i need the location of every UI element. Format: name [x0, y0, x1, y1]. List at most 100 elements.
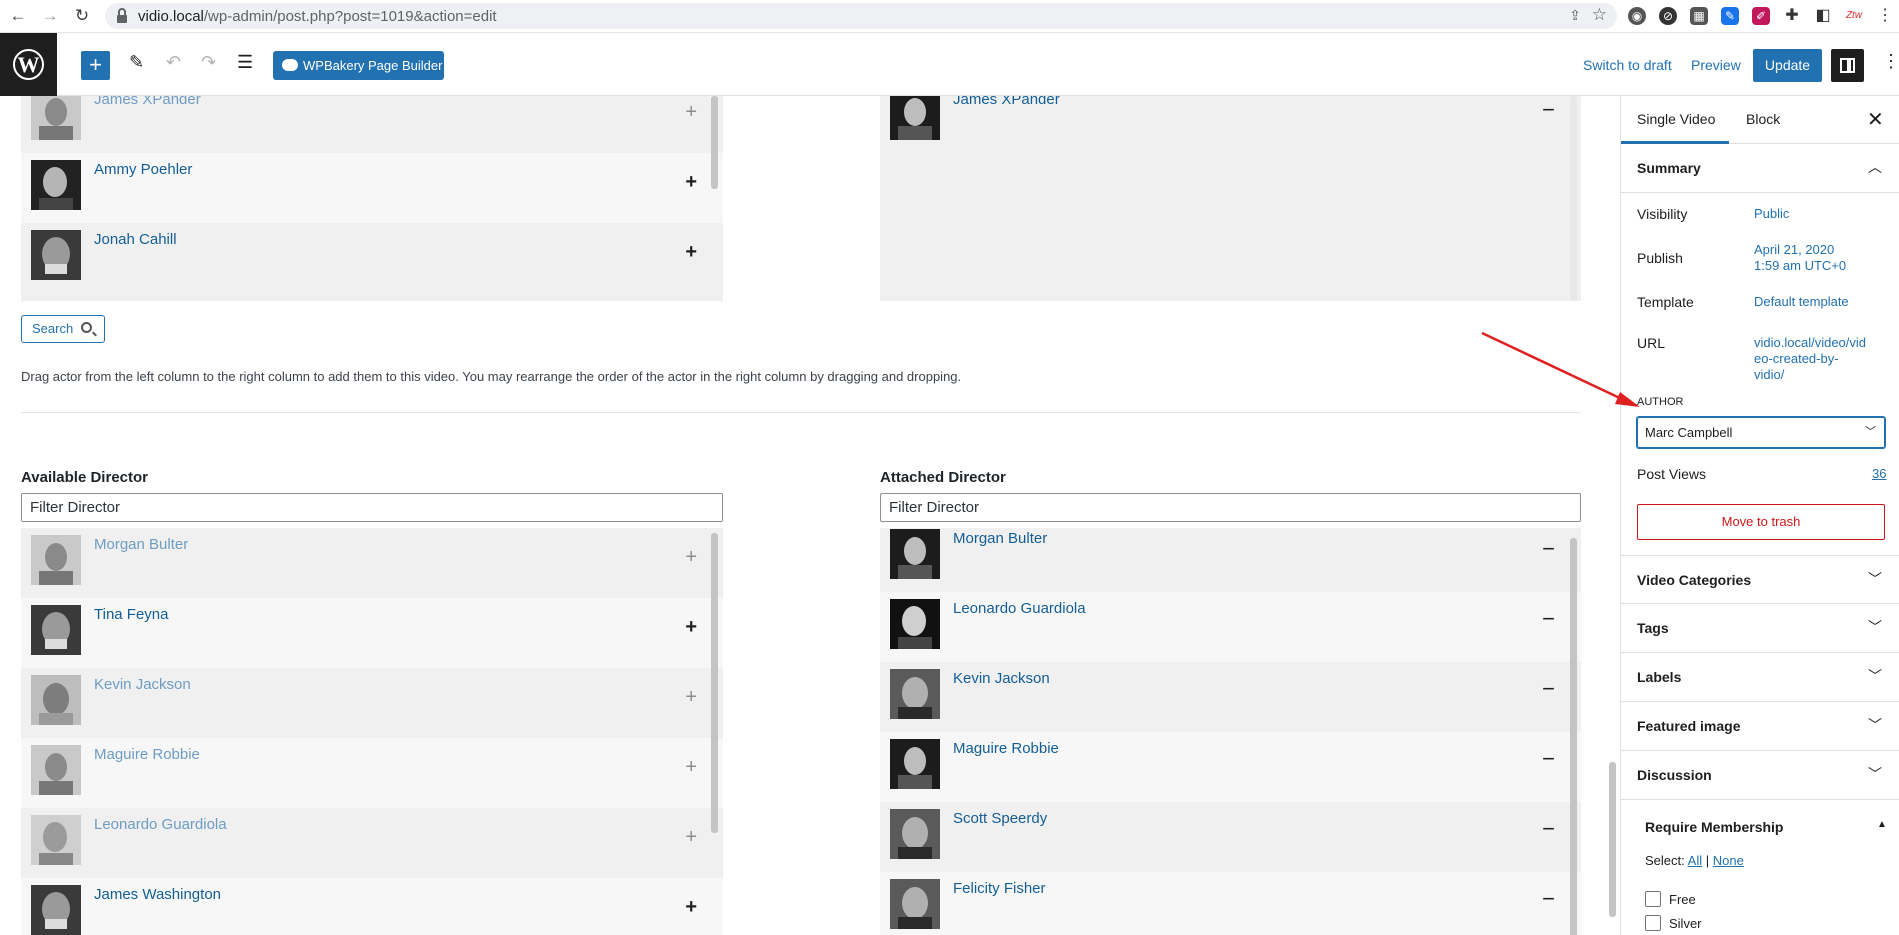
reload-icon[interactable]: ↻ [72, 6, 92, 26]
list-item[interactable]: Leonardo Guardiola + [21, 808, 723, 878]
remove-icon[interactable]: − [1542, 886, 1555, 912]
url-value[interactable]: vidio.local/video/vid eo-created-by- vid… [1754, 335, 1866, 383]
add-icon[interactable]: + [685, 546, 697, 569]
director-name: Kevin Jackson [953, 670, 1050, 687]
add-icon[interactable]: + [685, 826, 697, 849]
add-icon[interactable]: + [685, 616, 697, 639]
available-actors-list[interactable]: James XPander + Ammy Poehler + Jonah Cah… [21, 96, 723, 301]
free-checkbox[interactable] [1645, 891, 1661, 907]
available-directors-list[interactable]: Morgan Bulter + Tina Feyna + Kevin Jacks… [21, 528, 723, 935]
add-icon[interactable]: + [685, 171, 697, 194]
list-item[interactable]: Kevin Jackson + [21, 668, 723, 738]
url-path: /wp-admin/post.php?post=1019&action=edit [203, 8, 497, 25]
wordpress-logo[interactable]: W [0, 33, 57, 96]
tab-single-video[interactable]: Single Video [1637, 111, 1715, 127]
filter-available-director-input[interactable]: Filter Director [21, 493, 723, 522]
select-all-link[interactable]: All [1688, 853, 1702, 868]
settings-sidebar-toggle[interactable] [1831, 49, 1864, 82]
list-item[interactable]: Maguire Robbie − [880, 732, 1581, 802]
list-item[interactable]: James Washington + [21, 878, 723, 935]
template-value[interactable]: Default template [1754, 294, 1849, 310]
tab-block[interactable]: Block [1746, 111, 1780, 127]
extension-globe-icon[interactable]: ◉ [1628, 7, 1646, 25]
profile-avatar-icon[interactable]: Ztw [1845, 7, 1863, 25]
scrollbar[interactable] [711, 533, 718, 833]
close-icon[interactable]: ✕ [1867, 107, 1884, 132]
list-item[interactable]: James XPander + [21, 96, 723, 153]
list-item[interactable]: Morgan Bulter + [21, 528, 723, 598]
search-button[interactable]: Search [21, 315, 105, 343]
require-membership-title[interactable]: Require Membership [1645, 819, 1783, 835]
back-icon[interactable]: ← [8, 6, 28, 26]
extension-picker-icon[interactable]: ✐ [1752, 7, 1770, 25]
select-none-link[interactable]: None [1713, 853, 1744, 868]
switch-to-draft-button[interactable]: Switch to draft [1583, 57, 1672, 73]
video-categories-panel-header[interactable]: Video Categories ﹀ [1621, 555, 1899, 604]
forward-icon[interactable]: → [40, 6, 60, 26]
remove-icon[interactable]: − [1542, 816, 1555, 842]
avatar [31, 160, 81, 210]
remove-icon[interactable]: − [1542, 97, 1555, 123]
extension-edit-icon[interactable]: ✎ [1721, 7, 1739, 25]
attached-actors-list[interactable]: James XPander − [880, 96, 1581, 301]
redo-icon[interactable]: ↷ [201, 52, 216, 73]
url-label: URL [1637, 335, 1666, 351]
add-icon[interactable]: + [685, 756, 697, 779]
browser-menu-icon[interactable]: ⋮ [1876, 7, 1894, 25]
caret-up-icon[interactable]: ▲ [1877, 819, 1887, 830]
list-item[interactable]: Leonardo Guardiola − [880, 592, 1581, 662]
add-icon[interactable]: + [685, 686, 697, 709]
list-item[interactable]: Scott Speerdy − [880, 802, 1581, 872]
add-icon[interactable]: + [685, 241, 697, 264]
extensions-puzzle-icon[interactable]: ✚ [1783, 7, 1801, 25]
scrollbar[interactable] [711, 96, 718, 189]
labels-panel-header[interactable]: Labels ﹀ [1621, 653, 1899, 702]
preview-button[interactable]: Preview [1691, 57, 1741, 73]
tags-panel-header[interactable]: Tags ﹀ [1621, 604, 1899, 653]
discussion-panel-header[interactable]: Discussion ﹀ [1621, 751, 1899, 800]
add-icon[interactable]: + [685, 896, 697, 919]
bookmark-star-icon[interactable]: ☆ [1592, 5, 1607, 25]
add-icon[interactable]: + [685, 101, 697, 124]
extension-grid-icon[interactable]: ▦ [1690, 7, 1708, 25]
undo-icon[interactable]: ↶ [166, 52, 181, 73]
list-item[interactable]: Tina Feyna + [21, 598, 723, 668]
list-item[interactable]: Jonah Cahill + [21, 223, 723, 293]
summary-panel-header[interactable]: Summary ︿ [1621, 144, 1899, 193]
address-bar[interactable]: vidio.local/wp-admin/post.php?post=1019&… [105, 3, 1617, 29]
scrollbar[interactable] [1570, 538, 1577, 935]
side-panel-icon[interactable]: ◧ [1814, 7, 1832, 25]
author-select[interactable]: Marc Campbell ﹀ [1637, 417, 1885, 448]
list-item[interactable]: Morgan Bulter − [880, 528, 1581, 592]
wpbakery-button[interactable]: WPBakery Page Builder [273, 51, 444, 80]
attached-directors-list[interactable]: Morgan Bulter − Leonardo Guardiola − Kev… [880, 528, 1581, 935]
visibility-value[interactable]: Public [1754, 206, 1789, 222]
update-button[interactable]: Update [1753, 49, 1822, 82]
post-views-value[interactable]: 36 [1872, 466, 1886, 482]
remove-icon[interactable]: − [1542, 606, 1555, 632]
list-item[interactable]: Felicity Fisher − [880, 872, 1581, 935]
avatar [890, 739, 940, 789]
list-item[interactable]: James XPander − [880, 96, 1581, 153]
director-name: Scott Speerdy [953, 810, 1048, 827]
remove-icon[interactable]: − [1542, 676, 1555, 702]
silver-checkbox[interactable] [1645, 915, 1661, 931]
avatar [31, 675, 81, 725]
share-icon[interactable]: ⇪ [1569, 7, 1581, 24]
publish-value[interactable]: April 21, 2020 1:59 am UTC+0 [1754, 242, 1846, 274]
filter-attached-director-input[interactable]: Filter Director [880, 493, 1581, 522]
extension-block-icon[interactable]: ⊘ [1659, 7, 1677, 25]
list-item[interactable]: Ammy Poehler + [21, 153, 723, 223]
featured-image-panel-header[interactable]: Featured image ﹀ [1621, 702, 1899, 751]
add-block-button[interactable]: + [81, 51, 110, 80]
pencil-tool-icon[interactable]: ✎ [129, 52, 144, 73]
remove-icon[interactable]: − [1542, 746, 1555, 772]
remove-icon[interactable]: − [1542, 536, 1555, 562]
options-menu-icon[interactable]: ⋮ [1882, 51, 1899, 72]
avatar [890, 809, 940, 859]
list-item[interactable]: Maguire Robbie + [21, 738, 723, 808]
move-to-trash-button[interactable]: Move to trash [1637, 504, 1885, 540]
list-item[interactable]: Kevin Jackson − [880, 662, 1581, 732]
list-view-icon[interactable]: ☰ [237, 52, 253, 73]
editor-scrollbar[interactable] [1609, 762, 1616, 917]
